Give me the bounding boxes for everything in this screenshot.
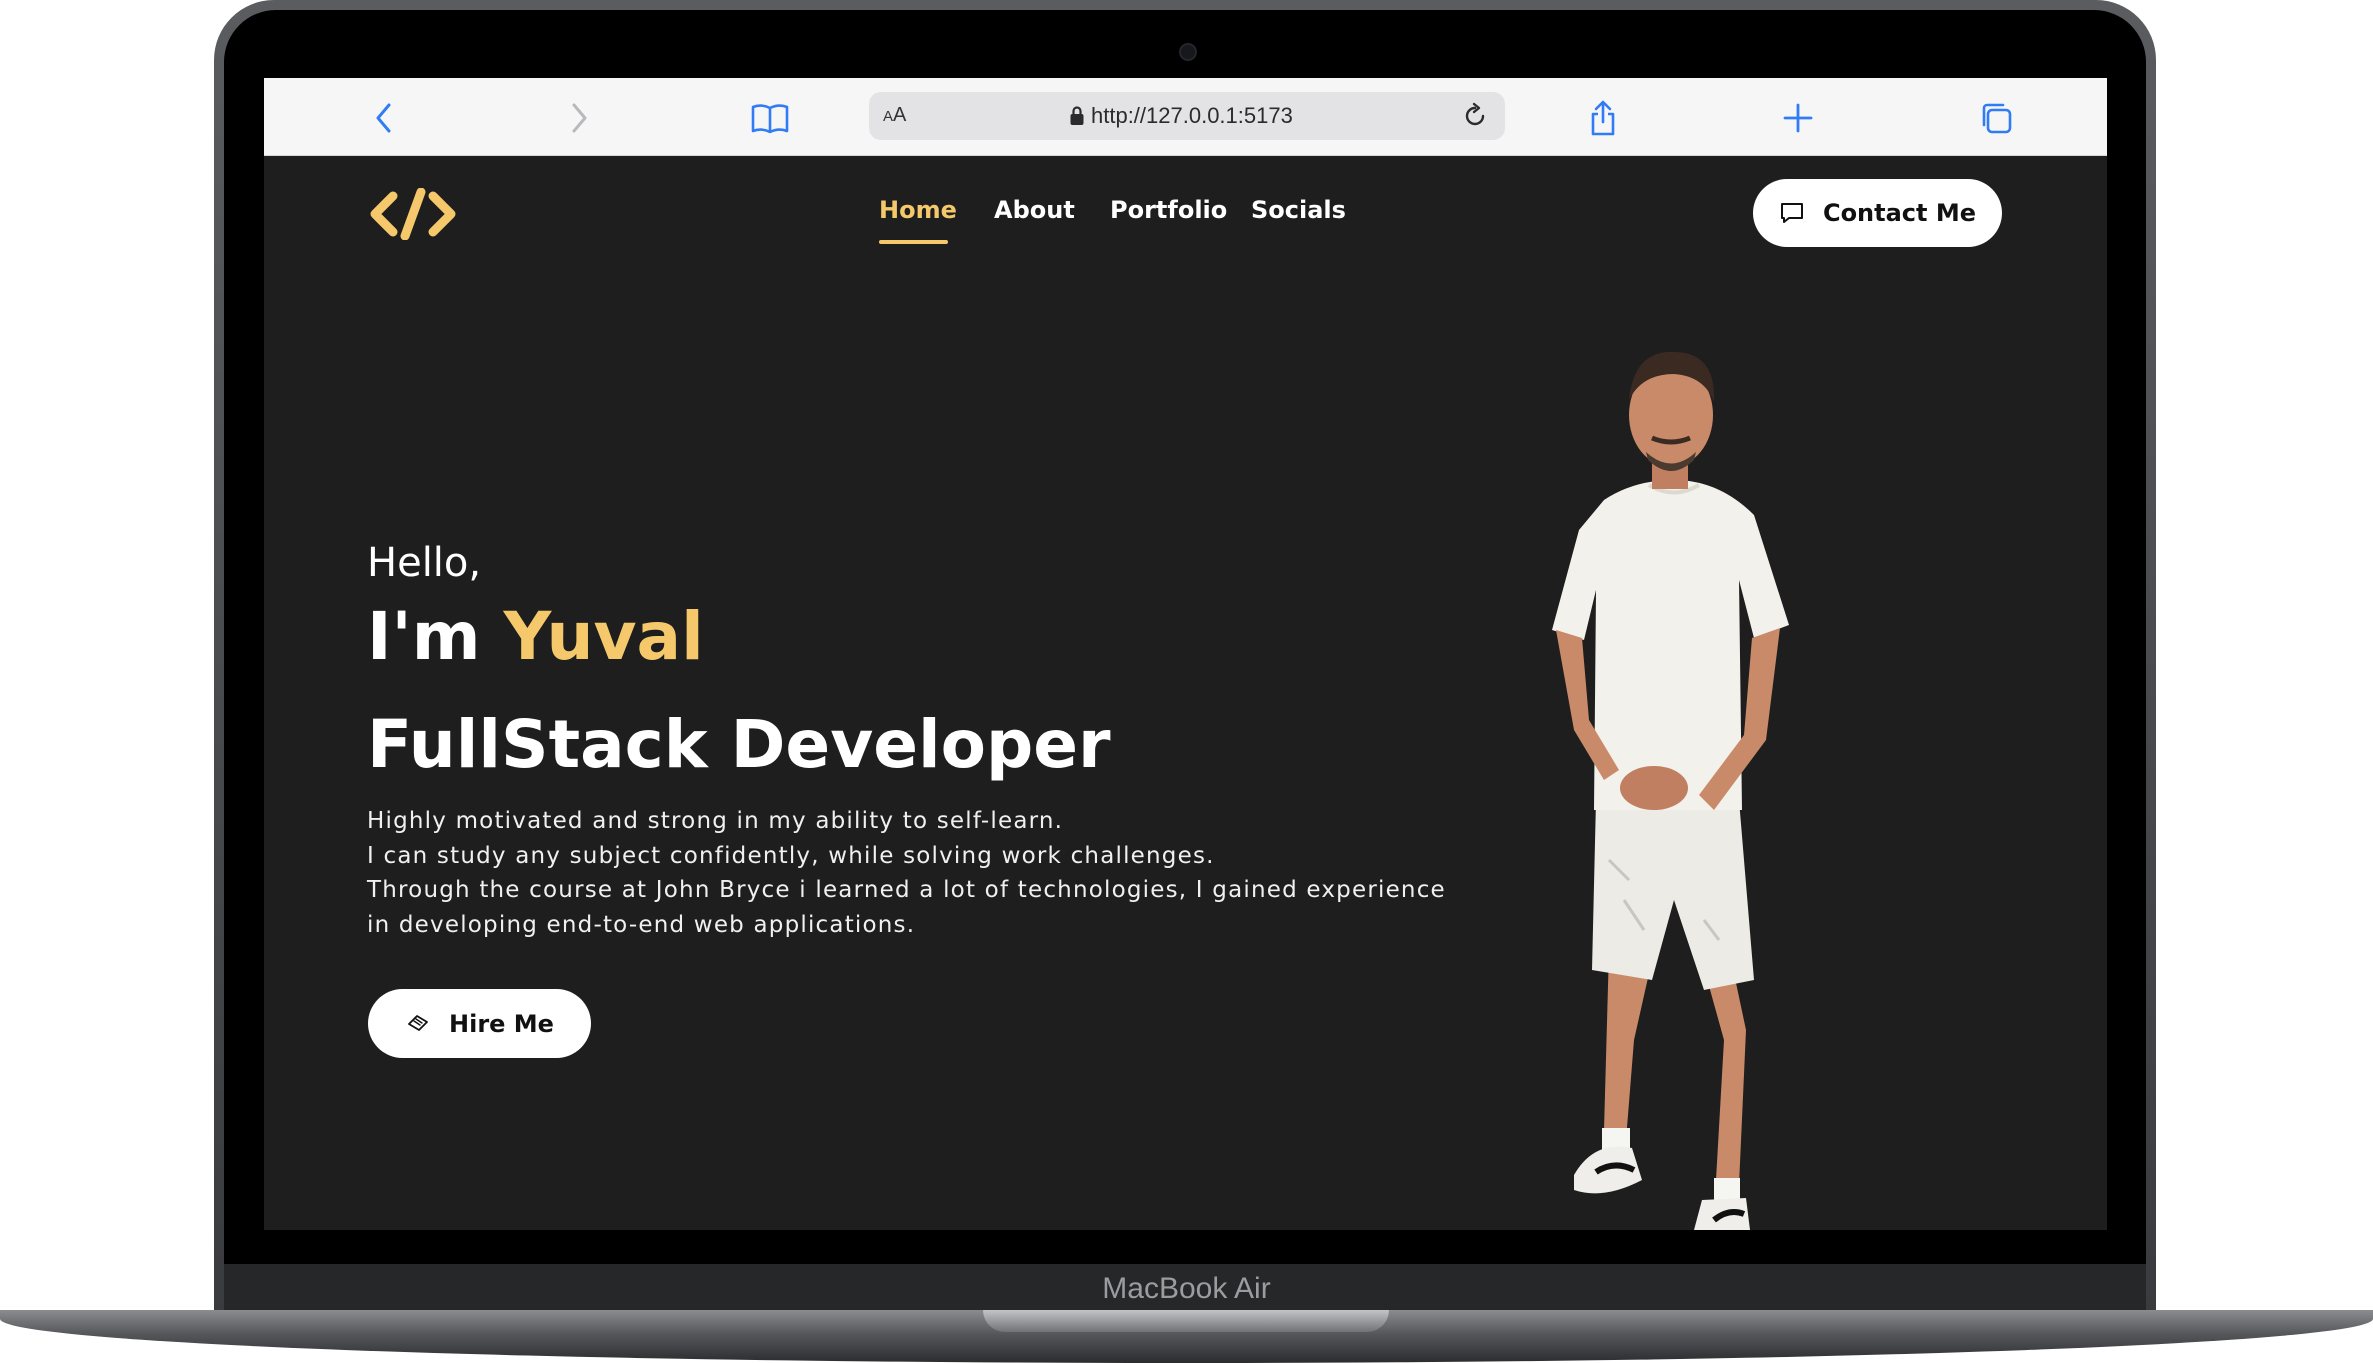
chevron-right-icon[interactable] (557, 96, 601, 140)
bio-line: I can study any subject confidently, whi… (367, 842, 1215, 869)
nav-item-home[interactable]: Home (879, 196, 957, 224)
device-label: MacBook Air (1102, 1272, 1271, 1305)
text-size-button[interactable]: AA (883, 104, 906, 127)
chat-bubble-icon (1780, 203, 1803, 223)
laptop-hinge-notch (983, 1310, 1389, 1332)
reload-icon[interactable] (1461, 102, 1489, 130)
browser-toolbar: AA http://127.0.0.1:5173 (264, 78, 2107, 156)
share-icon[interactable] (1581, 96, 1625, 140)
plus-icon[interactable] (1776, 96, 1820, 140)
chevron-left-icon[interactable] (362, 96, 406, 140)
hero-name: Yuval (503, 598, 704, 675)
contact-me-button[interactable]: Contact Me (1753, 179, 2002, 247)
lock-icon (1070, 106, 1084, 125)
screen: AA http://127.0.0.1:5173 Home About Port… (264, 78, 2107, 1230)
hero-bio: Highly motivated and strong in my abilit… (367, 804, 1507, 942)
bio-line: Highly motivated and strong in my abilit… (367, 808, 1064, 834)
book-icon[interactable] (748, 96, 792, 140)
nav-item-about[interactable]: About (994, 196, 1075, 224)
bio-line: Through the course at John Bryce i learn… (367, 877, 1446, 903)
nav-item-socials[interactable]: Socials (1251, 196, 1346, 224)
url-text[interactable]: http://127.0.0.1:5173 (1091, 103, 1293, 129)
camera-icon (1179, 43, 1197, 61)
profile-photo (1552, 351, 1789, 1230)
bio-line: in developing end-to-end web application… (367, 911, 916, 938)
nav-active-indicator (879, 240, 948, 244)
address-bar[interactable]: AA http://127.0.0.1:5173 (869, 92, 1505, 140)
tabs-icon[interactable] (1974, 96, 2018, 140)
hero-intro: I'm (367, 598, 481, 675)
contact-me-label: Contact Me (1822, 199, 1977, 227)
hero-name-line: I'm Yuval (367, 598, 704, 675)
hero-role: FullStack Developer (367, 706, 1111, 783)
handshake-icon (408, 1014, 428, 1031)
hire-me-button[interactable]: Hire Me (368, 989, 591, 1058)
hero-greeting: Hello, (367, 540, 482, 586)
hire-me-label: Hire Me (449, 1009, 554, 1038)
nav-item-portfolio[interactable]: Portfolio (1110, 196, 1227, 224)
